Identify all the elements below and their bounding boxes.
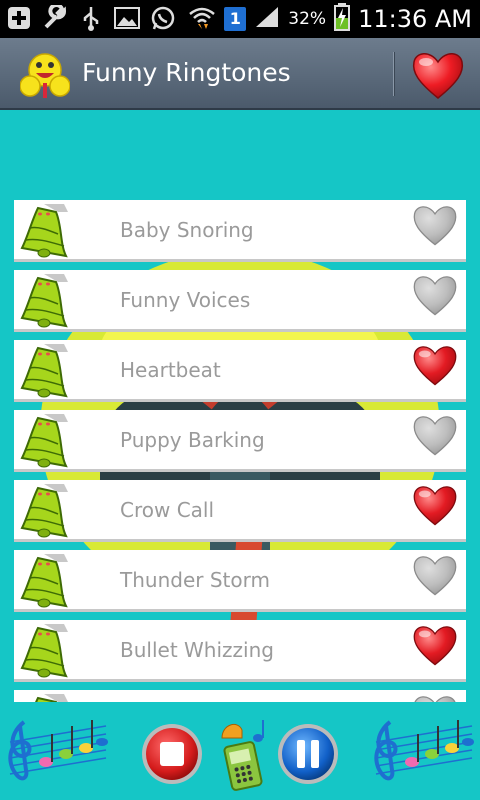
image-icon <box>114 4 140 32</box>
bell-icon <box>18 480 78 540</box>
favorite-heart-icon[interactable] <box>410 552 460 598</box>
favorite-heart-icon[interactable] <box>410 412 460 458</box>
wrench-icon <box>42 4 68 32</box>
bell-icon <box>18 410 78 470</box>
signal-icon <box>254 5 280 33</box>
favorite-heart-icon[interactable] <box>410 342 460 388</box>
music-notes-icon <box>2 712 112 796</box>
ringtone-label: Heartbeat <box>120 358 221 382</box>
phone-ringtone-icon[interactable] <box>216 716 272 792</box>
ringtone-label: Funny Voices <box>120 288 251 312</box>
favorite-heart-icon[interactable] <box>410 482 460 528</box>
clock: 11:36 AM <box>358 5 472 33</box>
status-bar: 1 32% 11:36 AM <box>0 0 480 38</box>
pause-button[interactable] <box>276 722 340 786</box>
favorites-button[interactable] <box>410 48 466 102</box>
list-item[interactable]: Baby Snoring <box>14 200 466 262</box>
bell-icon <box>18 620 78 680</box>
ringtone-label: Puppy Barking <box>120 428 265 452</box>
favorite-heart-icon[interactable] <box>410 272 460 318</box>
title-bar: Funny Ringtones <box>0 38 480 110</box>
add-icon <box>6 4 32 32</box>
ringtone-label: Crow Call <box>120 498 215 522</box>
stop-button[interactable] <box>140 722 204 786</box>
title-divider <box>393 52 395 96</box>
bell-icon <box>18 270 78 330</box>
list-item[interactable]: Thunder Storm <box>14 550 466 612</box>
bell-icon <box>18 550 78 610</box>
ringtone-label: Thunder Storm <box>120 568 270 592</box>
ringtone-label: Bullet Whizzing <box>120 638 274 662</box>
favorite-heart-icon[interactable] <box>410 202 460 248</box>
music-notes-icon <box>368 712 478 796</box>
list-item[interactable]: Bullet Whizzing <box>14 620 466 682</box>
notification-badge: 1 <box>224 7 247 31</box>
usb-icon <box>78 4 104 32</box>
list-item[interactable]: Crow Call <box>14 480 466 542</box>
favorite-heart-icon[interactable] <box>410 622 460 668</box>
battery-percent: 32% <box>288 9 327 29</box>
bell-icon <box>18 200 78 260</box>
list-item[interactable]: Funny Voices <box>14 270 466 332</box>
list-item[interactable]: Heartbeat <box>14 340 466 402</box>
list-item[interactable]: Puppy Barking <box>14 410 466 472</box>
battery-charging-icon <box>334 3 351 35</box>
wifi-icon <box>188 4 216 34</box>
whatsapp-icon <box>150 4 176 32</box>
player-bar <box>0 702 480 800</box>
ringtone-label: Baby Snoring <box>120 218 254 242</box>
bell-icon <box>18 340 78 400</box>
app-logo-icon <box>19 50 71 100</box>
app-title: Funny Ringtones <box>82 58 291 87</box>
background-artwork <box>0 110 480 702</box>
